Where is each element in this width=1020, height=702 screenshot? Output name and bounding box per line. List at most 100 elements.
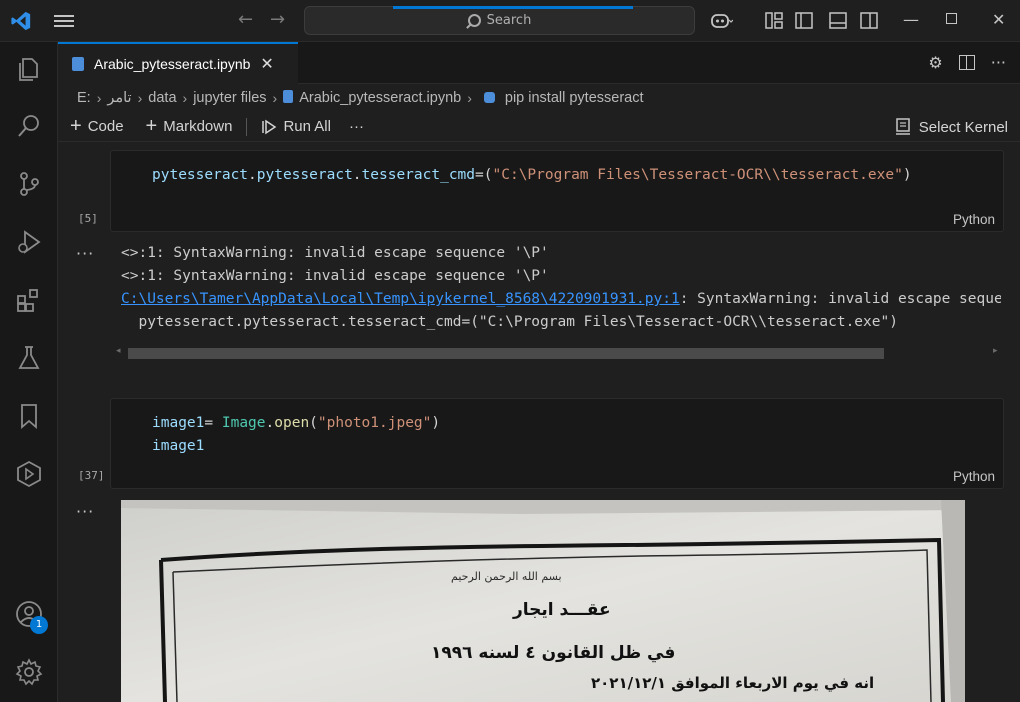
document-subtitle: في ظل القانون ٤ لسنه ١٩٩٦ [431,643,676,663]
activity-bar: 1 [0,42,58,702]
bookmarks-icon[interactable] [15,402,43,430]
breadcrumb-folder-jupyter[interactable]: jupyter files [193,90,266,106]
settings-gear-icon[interactable] [15,658,43,686]
output-line: <>:1: SyntaxWarning: invalid escape sequ… [121,245,549,261]
editor-tab-bar: Arabic_pytesseract.ipynb ✕ ⚙ ··· [58,42,1020,84]
add-code-cell-button[interactable]: + Code [70,115,124,138]
breadcrumb-file[interactable]: Arabic_pytesseract.ipynb [283,90,461,106]
notebook-toolbar: + Code + Markdown Run All ··· Select Ker… [58,112,1020,142]
add-markdown-label: Markdown [163,118,233,135]
copilot-icon[interactable] [709,10,733,32]
execution-count: [37] [78,469,105,482]
search-icon [467,14,481,27]
code-token: ( [309,415,318,431]
close-window-icon[interactable]: ✕ [992,10,1005,29]
more-actions-icon[interactable]: ··· [991,53,1006,72]
cell-language-label[interactable]: Python [953,212,995,227]
run-all-label: Run All [283,118,331,135]
breadcrumb-drive[interactable]: E: [77,90,91,106]
menu-icon[interactable] [54,12,74,30]
code-token: "C:\Program Files\Tesseract-OCR\\tessera… [492,167,903,183]
code-token: = [204,415,222,431]
tab-label: Arabic_pytesseract.ipynb [94,56,251,72]
more-icon: ··· [348,118,364,135]
run-all-icon [262,119,277,134]
toolbar-divider [246,117,248,136]
code-token: Image [221,415,266,431]
plus-icon: + [145,115,158,137]
code-token: image1 [152,415,205,431]
document-date-line: انه في يوم الاربعاء الموافق ٢٠٢١/١٢/١ [591,674,875,692]
editor-actions: ⚙ ··· [928,53,1006,72]
search-placeholder: Search [486,13,532,28]
code-line[interactable]: image1= Image.open("photo1.jpeg") [111,399,1003,435]
search-icon[interactable] [15,112,43,140]
forward-arrow-icon[interactable]: → [270,9,285,30]
account-badge: 1 [30,616,48,634]
toggle-primary-sidebar-icon[interactable] [795,12,813,29]
breadcrumb-folder-tamer[interactable]: تامر [107,90,131,106]
breadcrumb-separator-icon: › [467,90,472,106]
scroll-right-icon[interactable]: ▸ [993,346,998,356]
output-line: <>:1: SyntaxWarning: invalid escape sequ… [121,268,549,284]
code-token: . [352,167,362,183]
scroll-left-icon[interactable]: ◂ [116,346,121,356]
code-token: ) [431,415,441,431]
minimize-icon[interactable]: — [903,10,919,29]
search-accent-bar [393,6,633,9]
notebook-settings-gear-icon[interactable]: ⚙ [928,53,942,72]
kernel-icon [895,118,910,135]
vscode-logo-icon[interactable] [10,10,32,32]
code-token: . [265,415,275,431]
command-center-search[interactable]: Search [304,6,695,35]
output-line: pytesseract.pytesseract.tesseract_cmd=("… [121,314,898,330]
select-kernel-label: Select Kernel [918,118,1008,136]
tab-close-icon[interactable]: ✕ [260,54,273,74]
customize-layout-icon[interactable] [765,12,783,29]
testing-icon[interactable] [15,344,43,372]
breadcrumb-separator-icon: › [137,90,143,106]
code-cell[interactable]: image1= Image.open("photo1.jpeg") image1… [110,398,1004,489]
maximize-icon[interactable] [946,13,957,24]
code-token: tesseract_cmd [361,167,476,183]
toggle-secondary-sidebar-icon[interactable] [860,12,878,29]
output-line-rest: : SyntaxWarning: invalid escape sequence… [679,291,1001,307]
output-line: C:\Users\Tamer\AppData\Local\Temp\ipyker… [121,288,1001,311]
cell-output-text: <>:1: SyntaxWarning: invalid escape sequ… [121,242,1001,334]
breadcrumb-cell-label: pip install pytesseract [504,90,644,106]
notebook-file-icon [72,57,84,71]
code-cell[interactable]: pytesseract.pytesseract.tesseract_cmd=("… [110,150,1004,232]
code-token: "photo1.jpeg" [317,415,432,431]
tab-arabic-pytesseract[interactable]: Arabic_pytesseract.ipynb ✕ [58,42,298,84]
breadcrumb-file-label: Arabic_pytesseract.ipynb [299,90,462,106]
output-horizontal-scrollbar[interactable] [128,348,884,359]
explorer-icon[interactable] [15,54,43,82]
source-control-icon[interactable] [15,170,43,198]
extensions-icon[interactable] [15,286,43,314]
remote-icon[interactable] [15,460,43,488]
output-more-icon[interactable]: ··· [76,502,94,521]
select-kernel-button[interactable]: Select Kernel [895,118,1008,136]
back-arrow-icon[interactable]: ← [238,9,253,30]
document-title: عقـــد ايجار [513,600,611,620]
code-token: ) [902,167,912,183]
run-debug-icon[interactable] [15,228,43,256]
add-markdown-cell-button[interactable]: + Markdown [146,115,233,138]
toggle-panel-icon[interactable] [829,12,847,29]
breadcrumb-folder-data[interactable]: data [148,90,176,106]
breadcrumb-separator-icon: › [182,90,188,106]
code-line[interactable]: pytesseract.pytesseract.tesseract_cmd=("… [111,151,1003,187]
code-line[interactable]: image1 [111,435,1003,458]
cell-language-label[interactable]: Python [953,469,995,484]
notebook-file-icon [283,90,294,103]
document-basmala: بسم الله الرحمن الرحيم [451,570,562,583]
run-all-button[interactable]: Run All [261,118,331,135]
toolbar-more-button[interactable]: ··· [349,118,364,135]
breadcrumb-cell[interactable]: pip install pytesseract [478,90,644,106]
breadcrumb-separator-icon: › [96,90,102,106]
plus-icon: + [70,115,82,137]
traceback-file-link[interactable]: C:\Users\Tamer\AppData\Local\Temp\ipyker… [121,291,680,307]
code-token: pytesseract [152,167,249,183]
split-editor-icon[interactable] [958,55,975,70]
output-more-icon[interactable]: ··· [76,244,94,263]
